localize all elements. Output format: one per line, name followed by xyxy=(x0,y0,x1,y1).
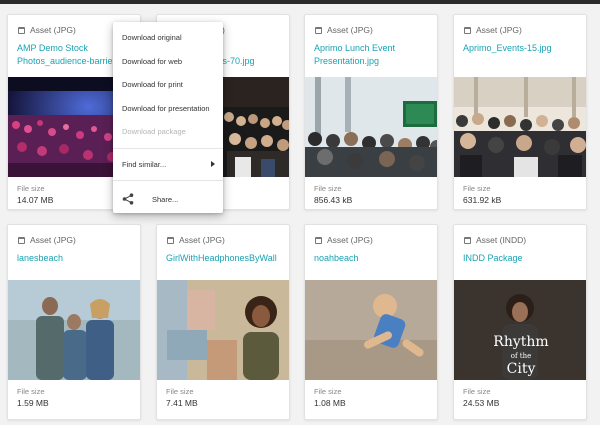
asset-card[interactable]: Asset (JPG) Aprimo_Events-15.jpg File si… xyxy=(453,14,587,210)
asset-type-icon xyxy=(464,236,471,244)
menu-divider xyxy=(113,180,223,181)
asset-type: Asset (JPG) xyxy=(327,235,373,245)
share-icon xyxy=(122,193,134,205)
file-size-label: File size xyxy=(17,387,45,396)
asset-thumbnail[interactable] xyxy=(8,280,140,380)
asset-title[interactable]: GirlWithHeadphonesByWall xyxy=(166,252,280,265)
asset-type: Asset (JPG) xyxy=(30,25,76,35)
menu-item-download-print[interactable]: Download for print xyxy=(113,73,223,97)
asset-card[interactable]: Asset (INDD) INDD Package Rhythm of the … xyxy=(453,224,587,420)
asset-type-icon xyxy=(464,26,471,34)
file-size-label: File size xyxy=(166,387,194,396)
asset-title[interactable]: lanesbeach xyxy=(17,252,131,265)
asset-card[interactable]: Asset (JPG) GirlWithHeadphonesByWall Fil… xyxy=(156,224,290,420)
menu-item-share[interactable]: Share... xyxy=(113,185,223,213)
file-size-label: File size xyxy=(463,387,491,396)
asset-type: Asset (JPG) xyxy=(476,25,522,35)
asset-context-menu: Download original Download for web Downl… xyxy=(113,22,223,213)
menu-item-download-package: Download package xyxy=(122,127,186,137)
asset-type-icon xyxy=(167,236,174,244)
file-size-label: File size xyxy=(463,184,491,193)
asset-card[interactable]: Asset (JPG) lanesbeach File size 1.59 MB xyxy=(7,224,141,420)
chevron-right-icon xyxy=(211,161,215,168)
asset-type-icon xyxy=(18,26,25,34)
asset-thumbnail[interactable] xyxy=(157,280,289,380)
indd-thumb-line1: Rhythm xyxy=(493,334,548,350)
asset-title[interactable]: noahbeach xyxy=(314,252,428,265)
file-size-label: File size xyxy=(314,184,342,193)
file-size-value: 7.41 MB xyxy=(166,398,198,408)
asset-title[interactable]: INDD Package xyxy=(463,252,577,265)
asset-thumbnail[interactable]: Rhythm of the City xyxy=(454,280,586,380)
file-size-value: 24.53 MB xyxy=(463,398,500,408)
file-size-value: 1.08 MB xyxy=(314,398,346,408)
indd-thumb-line3: City xyxy=(507,361,536,377)
file-size-label: File size xyxy=(314,387,342,396)
asset-card[interactable]: Asset (JPG) noahbeach File size 1.08 MB xyxy=(304,224,438,420)
asset-type-icon xyxy=(18,236,25,244)
asset-title[interactable]: Aprimo Lunch Event Presentation.jpg xyxy=(314,42,428,68)
asset-type: Asset (JPG) xyxy=(30,235,76,245)
asset-grid: Asset (JPG) AMP Demo Stock Photos_audien… xyxy=(0,0,600,425)
asset-thumbnail[interactable] xyxy=(454,77,586,177)
menu-item-find-similar[interactable]: Find similar... xyxy=(113,153,223,177)
asset-type: Asset (JPG) xyxy=(179,235,225,245)
file-size-value: 1.59 MB xyxy=(17,398,49,408)
menu-divider xyxy=(113,147,223,149)
asset-type-icon xyxy=(315,26,322,34)
menu-item-download-presentation[interactable]: Download for presentation xyxy=(113,97,223,121)
asset-type: Asset (JPG) xyxy=(327,25,373,35)
asset-thumbnail[interactable] xyxy=(305,77,437,177)
asset-type-icon xyxy=(315,236,322,244)
file-size-value: 856.43 kB xyxy=(314,195,353,205)
file-size-value: 631.92 kB xyxy=(463,195,502,205)
asset-title[interactable]: Aprimo_Events-15.jpg xyxy=(463,42,577,55)
menu-item-download-original[interactable]: Download original xyxy=(113,26,223,50)
asset-card[interactable]: Asset (JPG) Aprimo Lunch Event Presentat… xyxy=(304,14,438,210)
asset-type: Asset (INDD) xyxy=(476,235,527,245)
indd-thumb-line2: of the xyxy=(511,352,532,360)
menu-item-download-web[interactable]: Download for web xyxy=(113,50,223,74)
asset-thumbnail[interactable] xyxy=(305,280,437,380)
